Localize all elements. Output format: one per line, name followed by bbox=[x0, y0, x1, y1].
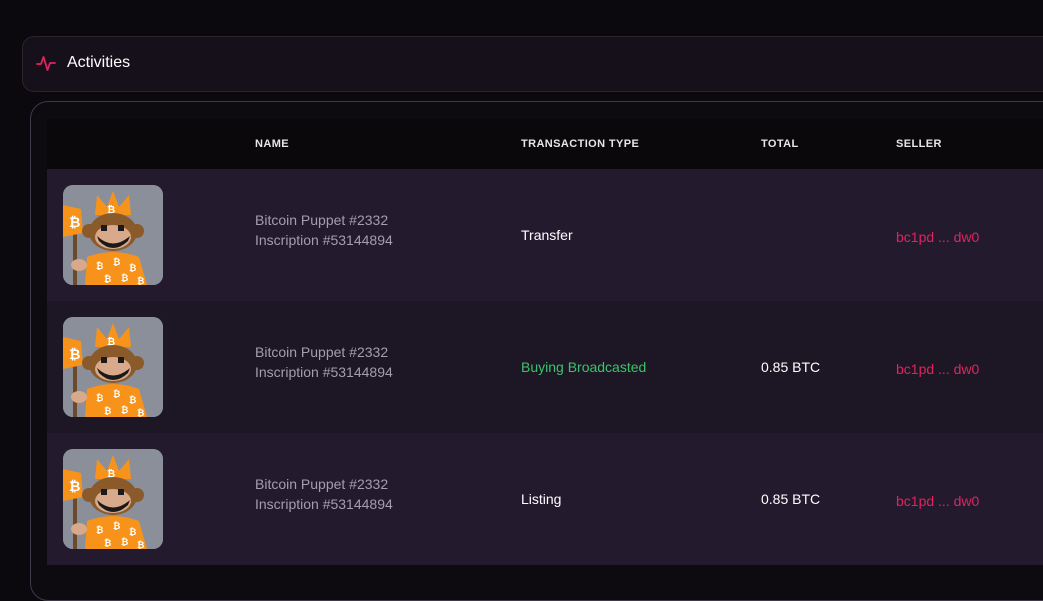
column-header-transaction-type[interactable]: TRANSACTION TYPE bbox=[521, 138, 639, 150]
svg-text:₿: ₿ bbox=[69, 215, 80, 231]
column-header-name[interactable]: NAME bbox=[255, 138, 289, 150]
page-title: Activities bbox=[67, 54, 131, 71]
table-row[interactable]: ₿ ₿ ₿ ₿ ₿ ₿ ₿ ₿ Bitcoin Puppet #2332 Inscript… bbox=[47, 169, 1043, 301]
inscription-number: Inscription #53144894 bbox=[255, 232, 393, 248]
inscription-number: Inscription #53144894 bbox=[255, 496, 393, 512]
item-name[interactable]: Bitcoin Puppet #2332 bbox=[255, 476, 388, 492]
svg-text:₿: ₿ bbox=[113, 389, 120, 400]
nft-thumbnail[interactable]: ₿ ₿ ₿ ₿ ₿ ₿ ₿ ₿ bbox=[63, 185, 163, 285]
seller-address-link[interactable]: bc1pd ... dw0 bbox=[896, 229, 979, 245]
nft-thumbnail[interactable]: ₿ ₿ ₿ ₿ ₿ ₿ ₿ ₿ bbox=[63, 449, 163, 549]
column-header-seller[interactable]: SELLER bbox=[896, 138, 942, 150]
table-header: NAME TRANSACTION TYPE TOTAL SELLER bbox=[47, 119, 1043, 169]
total-amount: 0.85 BTC bbox=[761, 359, 821, 375]
activity-pulse-icon bbox=[36, 53, 56, 73]
svg-text:₿: ₿ bbox=[113, 257, 120, 268]
transaction-type: Listing bbox=[521, 491, 562, 507]
svg-text:₿: ₿ bbox=[129, 527, 136, 538]
svg-text:₿: ₿ bbox=[104, 538, 111, 549]
column-header-total[interactable]: TOTAL bbox=[761, 138, 799, 150]
transaction-type: Transfer bbox=[521, 227, 573, 243]
svg-text:₿: ₿ bbox=[137, 408, 144, 417]
nft-thumbnail[interactable]: ₿ ₿ ₿ ₿ ₿ ₿ ₿ ₿ bbox=[63, 317, 163, 417]
svg-text:₿: ₿ bbox=[113, 521, 120, 532]
svg-text:₿: ₿ bbox=[104, 274, 111, 285]
item-name[interactable]: Bitcoin Puppet #2332 bbox=[255, 212, 388, 228]
inscription-number: Inscription #53144894 bbox=[255, 364, 393, 380]
svg-text:₿: ₿ bbox=[96, 525, 103, 536]
total-amount: 0.85 BTC bbox=[761, 491, 821, 507]
svg-text:₿: ₿ bbox=[69, 479, 80, 495]
svg-text:₿: ₿ bbox=[96, 261, 103, 272]
svg-text:₿: ₿ bbox=[121, 273, 128, 284]
table-row[interactable]: ₿ ₿ ₿ ₿ ₿ ₿ ₿ ₿ Bitcoin Puppet #2332 Inscript… bbox=[47, 433, 1043, 565]
svg-text:₿: ₿ bbox=[69, 347, 80, 363]
svg-text:₿: ₿ bbox=[121, 537, 128, 548]
svg-text:₿: ₿ bbox=[121, 405, 128, 416]
transaction-type: Buying Broadcasted bbox=[521, 359, 647, 375]
seller-address-link[interactable]: bc1pd ... dw0 bbox=[896, 493, 979, 509]
seller-address-link[interactable]: bc1pd ... dw0 bbox=[896, 361, 979, 377]
table-row[interactable]: ₿ ₿ ₿ ₿ ₿ ₿ ₿ ₿ Bitcoin Puppet #2332 Inscript… bbox=[47, 301, 1043, 433]
svg-text:₿: ₿ bbox=[137, 540, 144, 549]
svg-text:₿: ₿ bbox=[137, 276, 144, 285]
activities-header: Activities bbox=[22, 36, 1043, 92]
item-name[interactable]: Bitcoin Puppet #2332 bbox=[255, 344, 388, 360]
svg-text:₿: ₿ bbox=[129, 395, 136, 406]
svg-text:₿: ₿ bbox=[104, 406, 111, 417]
svg-text:₿: ₿ bbox=[129, 263, 136, 274]
svg-text:₿: ₿ bbox=[96, 393, 103, 404]
